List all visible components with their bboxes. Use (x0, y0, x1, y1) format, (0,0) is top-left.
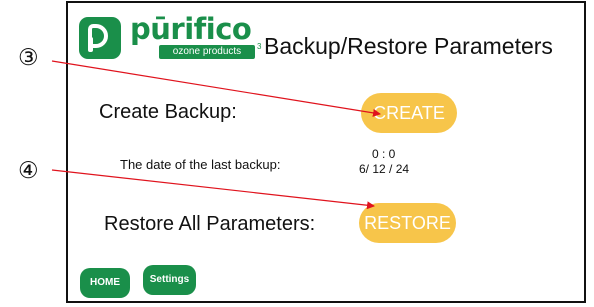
brand-tagline: ozone products (159, 45, 255, 59)
callout-4: ④ (18, 158, 39, 184)
restore-button[interactable]: RESTORE (359, 203, 456, 243)
last-backup-label: The date of the last backup: (120, 157, 281, 172)
restore-all-label: Restore All Parameters: (104, 213, 316, 235)
brand-name: pūrifico (130, 12, 252, 46)
purifico-logo-icon (79, 17, 121, 59)
settings-button[interactable]: Settings (143, 265, 196, 295)
last-backup-date: 6/ 12 / 24 (359, 162, 410, 176)
brand-subscript: 3 (257, 42, 262, 51)
last-backup-time: 0 : 0 (372, 147, 396, 161)
page: pūrifico ozone products 3 Backup/Restore… (0, 0, 594, 307)
create-button[interactable]: CREATE (361, 93, 457, 133)
page-title: Backup/Restore Parameters (264, 33, 553, 59)
create-backup-label: Create Backup: (99, 101, 237, 123)
callout-3: ③ (18, 45, 39, 71)
home-button[interactable]: HOME (80, 268, 130, 298)
